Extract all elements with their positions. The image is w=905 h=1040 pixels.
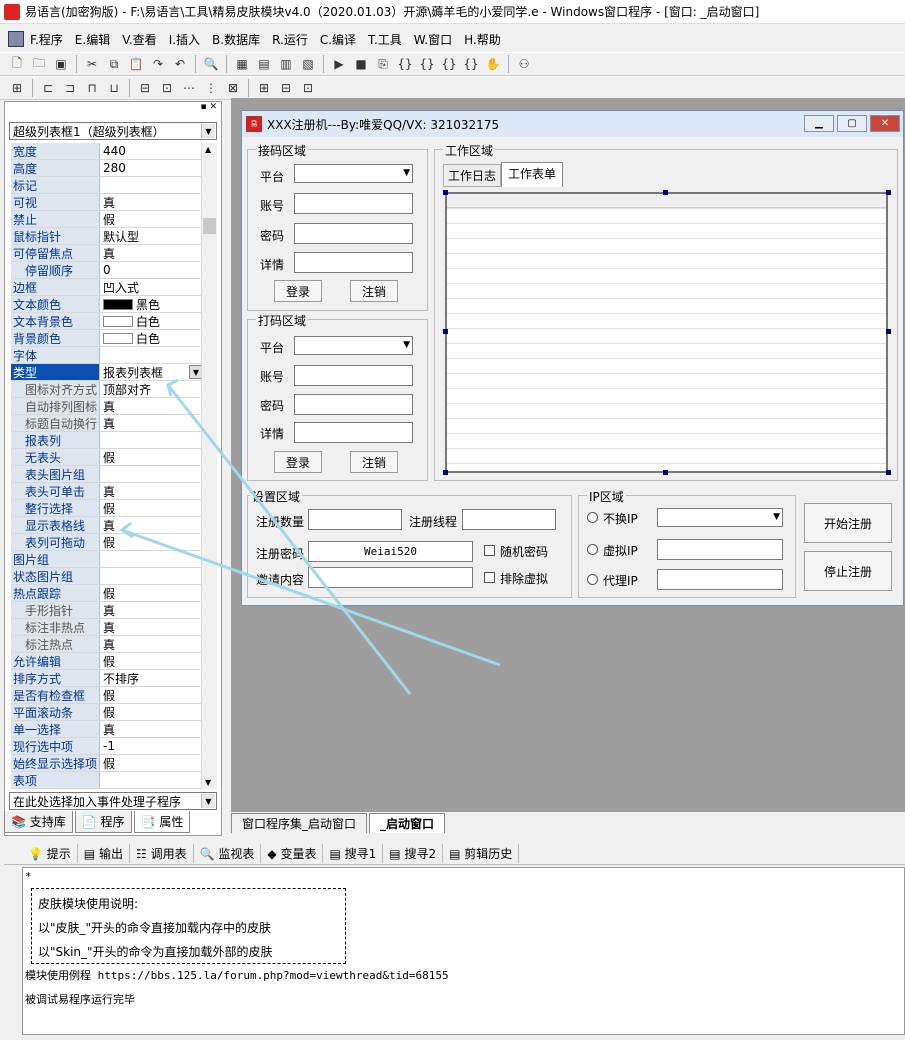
tab-search2[interactable]: ▤ 搜寻2	[383, 844, 444, 863]
tab-search1[interactable]: ▤ 搜寻1	[323, 844, 384, 863]
tab-clip-history[interactable]: ▤ 剪辑历史	[443, 844, 520, 863]
output-icon: ▤	[83, 846, 96, 861]
tab-call-table[interactable]: ☷ 调用表	[130, 844, 194, 863]
clipboard-icon: ▤	[449, 846, 461, 861]
tab-variables[interactable]: ◆ 变量表	[261, 844, 324, 863]
tab-search2-label: 搜寻2	[404, 847, 437, 861]
tab-call-table-label: 调用表	[150, 847, 187, 861]
search-icon: ▤	[389, 846, 401, 861]
output-tabs: 💡 提示 ▤ 输出 ☷ 调用表 🔍 监视表 ◆ 变量表 ▤ 搜寻1 ▤ 搜寻2 …	[4, 843, 905, 865]
tab-clip-history-label: 剪辑历史	[464, 847, 513, 861]
call-table-icon: ☷	[135, 846, 147, 861]
arrow-line	[166, 384, 412, 695]
skin-usage-title: 皮肤模块使用说明:	[38, 897, 139, 911]
arrow-line	[121, 528, 501, 667]
skin-usage-line2: 以"Skin_"开头的命令为直接加载外部的皮肤	[38, 945, 273, 959]
tab-output[interactable]: ▤ 输出	[78, 844, 130, 863]
magnifier-icon: 🔍	[199, 846, 215, 861]
output-line-example: 模块使用例程 https://bbs.125.la/forum.php?mod=…	[25, 969, 449, 982]
skin-usage-box: 皮肤模块使用说明: 以"皮肤_"开头的命令直接加载内存中的皮肤 以"Skin_"…	[31, 888, 346, 964]
arrowhead	[119, 521, 134, 539]
tab-watch-label: 监视表	[218, 847, 255, 861]
tab-search1-label: 搜寻1	[344, 847, 377, 861]
tab-hint[interactable]: 💡 提示	[22, 844, 78, 863]
tab-startup-window[interactable]: _启动窗口	[369, 813, 446, 833]
output-star: *	[25, 870, 32, 883]
skin-usage-line1: 以"皮肤_"开头的命令直接加载内存中的皮肤	[38, 921, 272, 935]
tab-hint-label: 提示	[46, 847, 71, 861]
tab-variables-label: 变量表	[280, 847, 317, 861]
tab-output-label: 输出	[98, 847, 123, 861]
output-panel[interactable]: * 皮肤模块使用说明: 以"皮肤_"开头的命令直接加载内存中的皮肤 以"Skin…	[22, 867, 905, 1035]
search-icon: ▤	[329, 846, 341, 861]
editor-tabs: 窗口程序集_启动窗口 _启动窗口	[231, 813, 905, 833]
output-line-finished: 被调试易程序运行完毕	[25, 993, 135, 1006]
bulb-icon: 💡	[28, 846, 43, 861]
tab-watch[interactable]: 🔍 监视表	[194, 844, 262, 863]
tab-window-assembly[interactable]: 窗口程序集_启动窗口	[231, 813, 368, 833]
variables-icon: ◆	[267, 846, 277, 861]
